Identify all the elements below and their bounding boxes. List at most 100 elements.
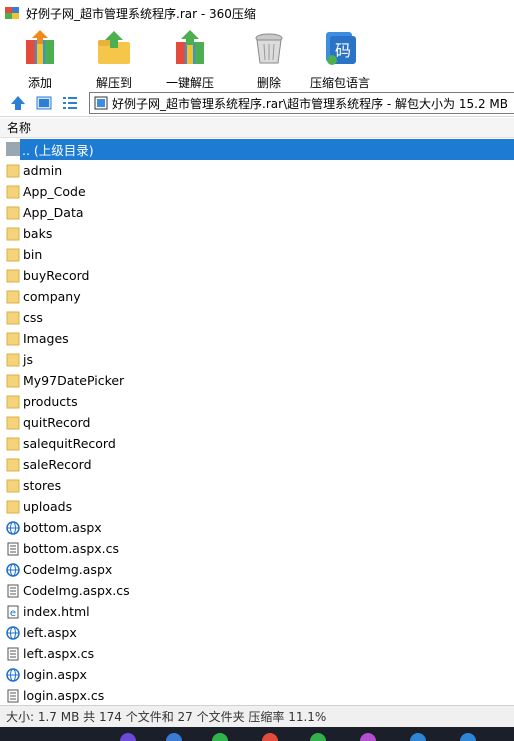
- taskbar: [0, 727, 514, 741]
- file-row[interactable]: bin: [0, 244, 514, 265]
- folder-icon: [6, 206, 20, 220]
- file-row[interactable]: My97DatePicker: [0, 370, 514, 391]
- file-name: CodeImg.aspx: [23, 562, 113, 577]
- column-name-label: 名称: [7, 121, 32, 135]
- archive-app-icon: [4, 5, 20, 21]
- file-name: Images: [23, 331, 69, 346]
- document-file-icon: [6, 647, 20, 661]
- file-list: .. (上级目录) admin App_Code App_Databaks bin buy…: [0, 139, 514, 705]
- file-row[interactable]: left.aspx.cs: [0, 643, 514, 664]
- up-arrow-icon[interactable]: [10, 95, 26, 111]
- one-click-extract-button[interactable]: 一键解压: [166, 26, 214, 91]
- status-bar: 大小: 1.7 MB 共 174 个文件和 27 个文件夹 压缩率 11.1%: [0, 705, 514, 727]
- file-row[interactable]: company: [0, 286, 514, 307]
- svg-text:码: 码: [335, 41, 351, 60]
- archive-language-button[interactable]: 码 压缩包语言: [310, 26, 370, 91]
- file-name: index.html: [23, 604, 90, 619]
- file-row[interactable]: e index.html: [0, 601, 514, 622]
- folder-icon: [6, 458, 20, 472]
- archive-language-label: 压缩包语言: [310, 76, 371, 90]
- file-row[interactable]: App_Data: [0, 202, 514, 223]
- archive-path-icon: [94, 96, 108, 110]
- folder-icon: [6, 353, 20, 367]
- folder-icon: [6, 248, 20, 262]
- file-row[interactable]: quitRecord: [0, 412, 514, 433]
- folder-icon: [6, 311, 20, 325]
- archive-language-icon: 码: [322, 30, 358, 66]
- taskbar-app-icon[interactable]: [262, 733, 278, 741]
- folder-icon: [6, 437, 20, 451]
- file-row[interactable]: admin: [0, 160, 514, 181]
- file-name: App_Data: [23, 205, 84, 220]
- html-file-icon: e: [6, 605, 20, 619]
- taskbar-app-icon[interactable]: [120, 733, 136, 741]
- taskbar-app-icon[interactable]: [360, 733, 376, 741]
- list-view-icon[interactable]: [62, 95, 78, 111]
- file-row[interactable]: css: [0, 307, 514, 328]
- file-row[interactable]: login.aspx: [0, 664, 514, 685]
- parent-directory-row[interactable]: .. (上级目录): [20, 139, 514, 160]
- file-row[interactable]: Images: [0, 328, 514, 349]
- file-row[interactable]: bottom.aspx: [0, 517, 514, 538]
- file-name: .. (上级目录): [22, 143, 94, 158]
- web-file-icon: [6, 667, 20, 682]
- document-file-icon: [6, 689, 20, 703]
- extract-to-button[interactable]: 解压到: [96, 26, 132, 91]
- file-row[interactable]: stores: [0, 475, 514, 496]
- file-row[interactable]: App_Code: [0, 181, 514, 202]
- web-file-icon: [6, 625, 20, 640]
- document-file-icon: [6, 542, 20, 556]
- file-row[interactable]: uploads: [0, 496, 514, 517]
- add-button-label: 添加: [27, 76, 52, 90]
- extract-to-icon: [96, 30, 132, 66]
- file-row[interactable]: salequitRecord: [0, 433, 514, 454]
- taskbar-app-icon[interactable]: [410, 733, 426, 741]
- path-text: 好例子网_超市管理系统程序.rar\超市管理系统程序 - 解包大小为 15.2 …: [112, 96, 508, 111]
- file-name: quitRecord: [23, 415, 91, 430]
- taskbar-app-icon[interactable]: [166, 733, 182, 741]
- file-row[interactable]: products: [0, 391, 514, 412]
- file-row[interactable]: saleRecord: [0, 454, 514, 475]
- file-name: login.aspx: [23, 667, 87, 682]
- folder-icon: [6, 479, 20, 493]
- taskbar-app-icon[interactable]: [212, 733, 228, 741]
- title-bar: 好例子网_超市管理系统程序.rar - 360压缩: [0, 0, 514, 26]
- add-archive-icon: [22, 30, 58, 66]
- status-text: 大小: 1.7 MB 共 174 个文件和 27 个文件夹 压缩率 11.1%: [6, 710, 327, 724]
- file-row[interactable]: bottom.aspx.cs: [0, 538, 514, 559]
- delete-button[interactable]: 删除: [251, 26, 287, 91]
- file-name: login.aspx.cs: [23, 688, 105, 703]
- file-name: CodeImg.aspx.cs: [23, 583, 130, 598]
- folder-icon: [6, 185, 20, 199]
- path-field[interactable]: 好例子网_超市管理系统程序.rar\超市管理系统程序 - 解包大小为 15.2 …: [89, 92, 514, 114]
- column-header-name[interactable]: 名称: [0, 118, 514, 138]
- file-name: css: [23, 310, 43, 325]
- file-name: baks: [23, 226, 53, 241]
- extract-to-button-label: 解压到: [96, 76, 133, 90]
- folder-icon: [6, 290, 20, 304]
- folder-icon: [6, 416, 20, 430]
- taskbar-app-icon[interactable]: [310, 733, 326, 741]
- file-row[interactable]: js: [0, 349, 514, 370]
- web-file-icon: [6, 562, 20, 577]
- file-name: My97DatePicker: [23, 373, 125, 388]
- file-name: products: [23, 394, 78, 409]
- folder-icon: [6, 374, 20, 388]
- one-click-extract-icon: [172, 30, 208, 66]
- add-button[interactable]: 添加: [22, 26, 58, 91]
- file-name: App_Code: [23, 184, 86, 199]
- taskbar-app-icon[interactable]: [460, 733, 476, 741]
- file-row[interactable]: left.aspx: [0, 622, 514, 643]
- file-name: company: [23, 289, 81, 304]
- thumbnail-view-icon[interactable]: [36, 95, 52, 111]
- file-name: admin: [23, 163, 63, 178]
- web-file-icon: [6, 520, 20, 535]
- file-row[interactable]: login.aspx.cs: [0, 685, 514, 705]
- file-row[interactable]: CodeImg.aspx: [0, 559, 514, 580]
- file-name: stores: [23, 478, 62, 493]
- file-name: bottom.aspx: [23, 520, 102, 535]
- file-row[interactable]: CodeImg.aspx.cs: [0, 580, 514, 601]
- file-row[interactable]: baks: [0, 223, 514, 244]
- file-row[interactable]: buyRecord: [0, 265, 514, 286]
- file-name: js: [23, 352, 33, 367]
